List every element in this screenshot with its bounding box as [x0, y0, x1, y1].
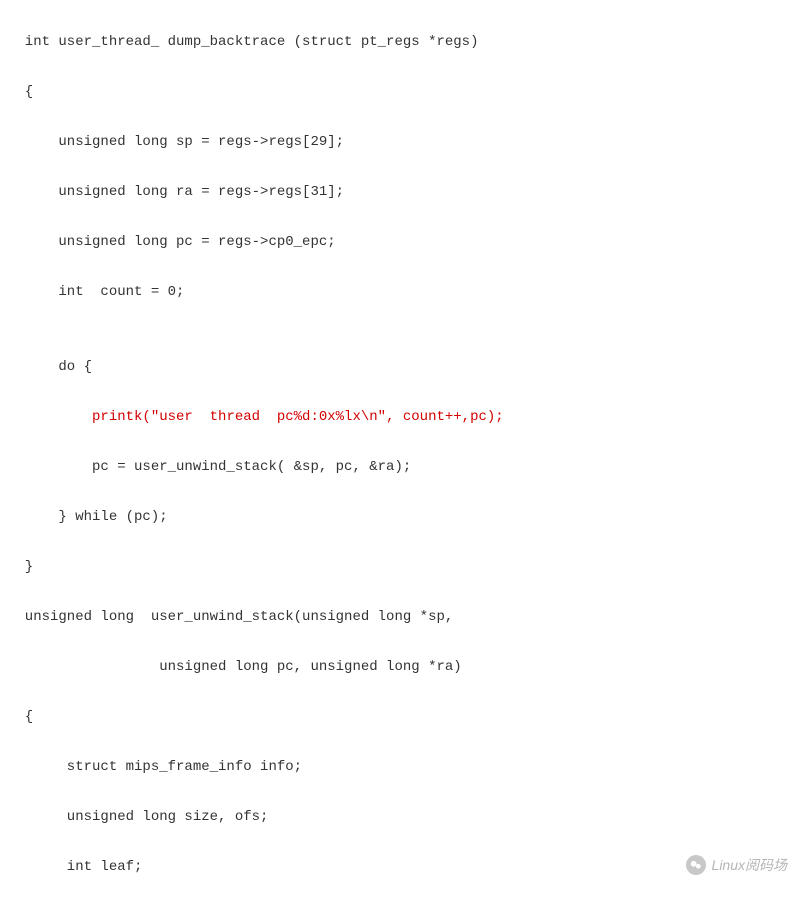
code-line: int user_thread_ dump_backtrace (struct …	[8, 30, 805, 55]
code-line: } while (pc);	[8, 505, 805, 530]
watermark-text: Linux阅码场	[712, 855, 787, 875]
code-block: int user_thread_ dump_backtrace (struct …	[0, 0, 805, 903]
code-line: do {	[8, 355, 805, 380]
code-line: unsigned long ra = regs->regs[31];	[8, 180, 805, 205]
code-line: unsigned long size, ofs;	[8, 805, 805, 830]
code-line: {	[8, 705, 805, 730]
code-line: {	[8, 80, 805, 105]
code-line: unsigned long pc = regs->cp0_epc;	[8, 230, 805, 255]
code-line: printk("user thread pc%d:0x%lx\n", count…	[8, 405, 805, 430]
code-line: }	[8, 555, 805, 580]
code-line: pc = user_unwind_stack( &sp, pc, &ra);	[8, 455, 805, 480]
code-line: unsigned long pc, unsigned long *ra)	[8, 655, 805, 680]
code-line: int count = 0;	[8, 280, 805, 305]
wechat-icon	[686, 855, 706, 875]
highlighted-code: printk("user thread pc%d:0x%lx\n", count…	[92, 409, 504, 425]
code-line: struct mips_frame_info info;	[8, 755, 805, 780]
watermark: Linux阅码场	[686, 855, 787, 875]
code-line: unsigned long sp = regs->regs[29];	[8, 130, 805, 155]
code-line: unsigned long user_unwind_stack(unsigned…	[8, 605, 805, 630]
indent	[8, 409, 92, 425]
